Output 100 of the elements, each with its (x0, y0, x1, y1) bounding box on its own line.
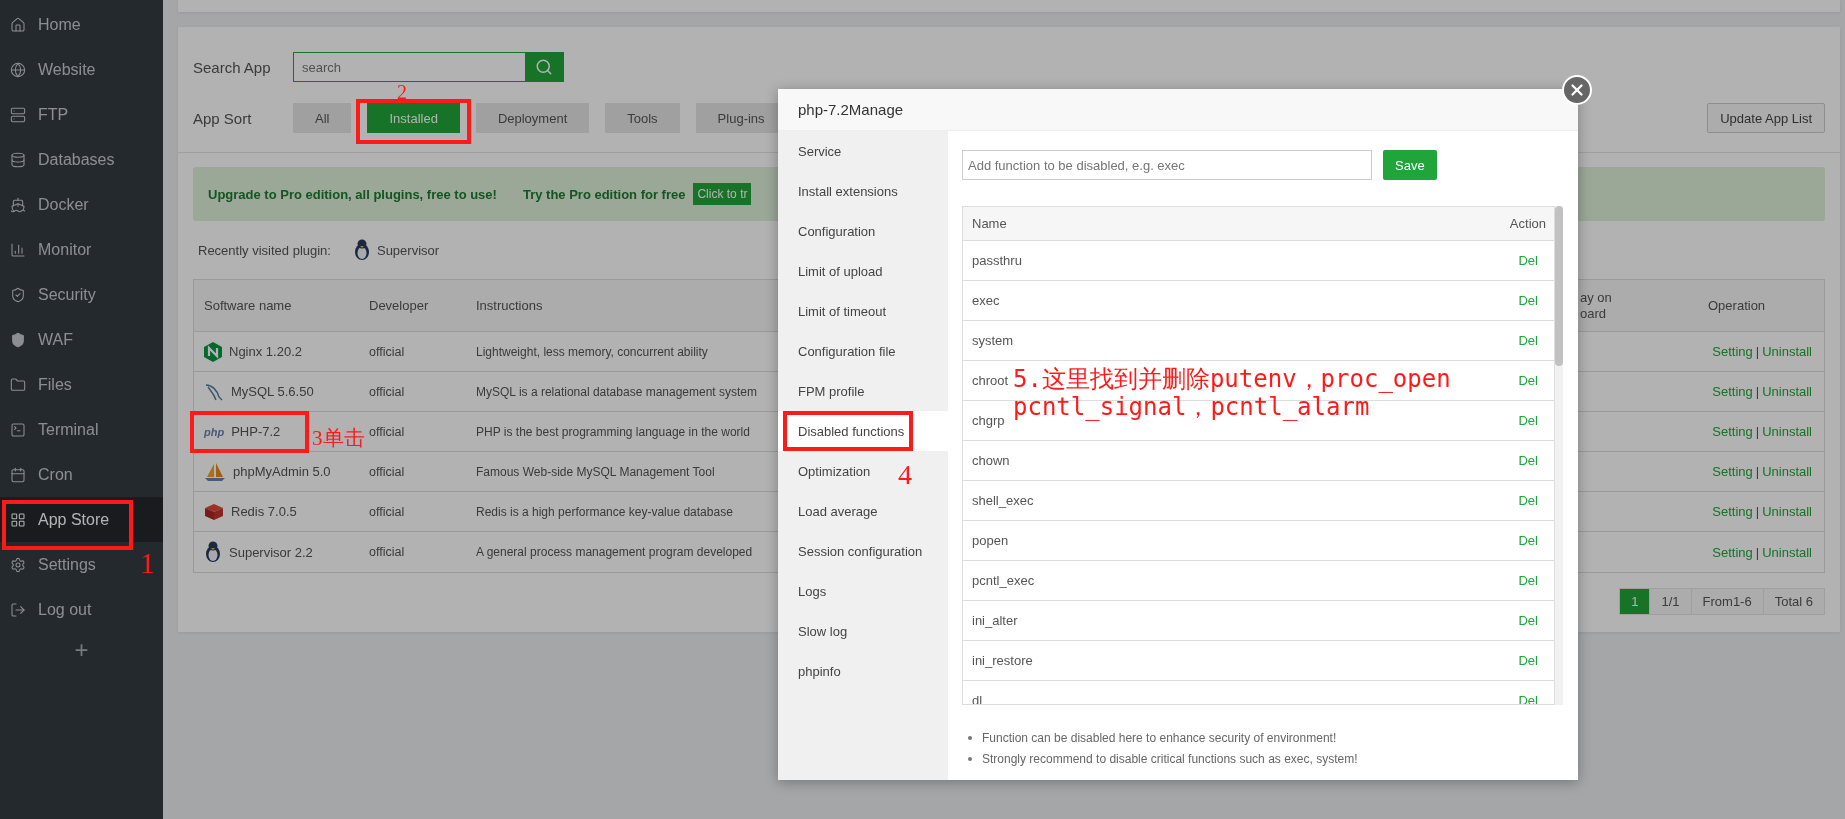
update-list-button[interactable]: Update App List (1707, 103, 1825, 133)
terminal-icon (10, 421, 26, 438)
uninstall-link[interactable]: Uninstall (1762, 544, 1812, 560)
nav-item[interactable]: Logs (778, 571, 837, 611)
nav-item[interactable]: Limit of timeout (778, 291, 897, 331)
sort-label: App Sort (193, 109, 253, 127)
link-separator: | (1755, 344, 1760, 359)
nav-item[interactable]: Session configuration (778, 531, 933, 571)
table-cell-text: Redis is a high performance key-value database (475, 504, 734, 519)
function-input[interactable]: Add function to be disabled, e.g. exec (962, 150, 1372, 180)
link-separator: | (1755, 384, 1760, 399)
uninstall-link[interactable]: Uninstall (1762, 424, 1812, 439)
delete-link[interactable]: Del (1518, 613, 1538, 628)
setting-link[interactable]: Setting (1712, 384, 1753, 399)
setting-link[interactable]: Setting (1712, 544, 1753, 560)
setting-link[interactable]: Setting (1712, 464, 1753, 479)
scrollbar[interactable] (1555, 206, 1563, 705)
delete-link[interactable]: Del (1518, 373, 1538, 388)
nav-item[interactable]: Service (778, 131, 852, 171)
setting-link[interactable]: Setting (1712, 504, 1753, 519)
table-cell-text: Famous Web-side MySQL Management Tool (475, 464, 716, 479)
sidebar-item[interactable]: Security (0, 272, 106, 317)
delete-link[interactable]: Del (1518, 533, 1538, 548)
cube-icon (204, 502, 224, 521)
setting-link[interactable]: Setting (1712, 424, 1753, 439)
uninstall-link[interactable]: Uninstall (1762, 384, 1812, 399)
sidebar-item[interactable]: Settings (0, 542, 106, 587)
software-name[interactable]: Nginx 1.20.2 (229, 344, 302, 359)
setting-link[interactable]: Setting (1712, 344, 1753, 359)
sidebar-item[interactable]: Monitor (0, 227, 102, 272)
software-name[interactable]: PHP-7.2 (231, 424, 281, 439)
table-cell-text: official (368, 424, 406, 439)
delete-link[interactable]: Del (1518, 293, 1538, 308)
table-cell-text: A general process management program developed (475, 545, 754, 559)
php-logo: php (204, 425, 225, 438)
nav-item[interactable]: Configuration (778, 211, 886, 251)
page-count: 1/1 (1649, 588, 1692, 615)
total-count: Total 6 (1762, 588, 1825, 615)
recent-plugin[interactable]: Supervisor (352, 239, 440, 261)
sidebar-item[interactable]: FTP (0, 92, 79, 137)
page-button[interactable]: 1 (1619, 588, 1651, 615)
software-name[interactable]: MySQL 5.6.50 (231, 384, 314, 399)
sidebar-item[interactable]: Files (0, 362, 82, 407)
column-header: Name (972, 216, 1007, 231)
function-name: passthru (972, 253, 1022, 268)
sort-tab[interactable]: Installed (367, 103, 460, 133)
uninstall-link[interactable]: Uninstall (1762, 464, 1812, 479)
dialog-title: php-7.2Manage (798, 101, 904, 118)
delete-link[interactable]: Del (1518, 413, 1538, 428)
scrollbar-thumb[interactable] (1555, 206, 1563, 366)
nav-item[interactable]: Slow log (778, 611, 858, 651)
nav-item[interactable]: Optimization (778, 451, 881, 491)
bullet-icon (968, 736, 972, 740)
sidebar-item[interactable]: Log out (0, 587, 102, 632)
sidebar-item[interactable]: Databases (0, 137, 125, 182)
column-header: Software name (203, 297, 293, 314)
software-name[interactable]: Supervisor 2.2 (229, 544, 313, 560)
table-cell-text: official (368, 344, 406, 359)
sidebar-item[interactable]: Website (0, 47, 106, 92)
nav-item[interactable]: Load average (778, 491, 888, 531)
software-name[interactable]: phpMyAdmin 5.0 (233, 464, 331, 479)
sidebar-item[interactable]: Cron (0, 452, 83, 497)
annotation-text: 2 (397, 82, 407, 102)
nav-item[interactable]: FPM profile (778, 371, 875, 411)
add-button[interactable]: + (68, 638, 95, 662)
uninstall-link[interactable]: Uninstall (1762, 504, 1812, 519)
sidebar-item[interactable]: WAF (0, 317, 83, 362)
uninstall-link[interactable]: Uninstall (1762, 344, 1812, 359)
nav-item[interactable]: Install extensions (778, 171, 908, 211)
column-header: Developer (368, 297, 430, 314)
software-name[interactable]: Redis 7.0.5 (231, 504, 297, 519)
sort-tab[interactable]: Deployment (475, 103, 590, 133)
sort-tab[interactable]: All (293, 103, 352, 133)
function-name: exec (972, 293, 1000, 308)
penguin-icon (352, 239, 371, 261)
search-bar[interactable]: search (293, 52, 564, 82)
delete-link[interactable]: Del (1518, 333, 1538, 348)
sidebar-item[interactable]: Terminal (0, 407, 109, 452)
chart-icon (10, 241, 26, 258)
recent-label: Recently visited plugin: (198, 242, 331, 258)
nav-item[interactable]: phpinfo (778, 651, 851, 691)
save-button[interactable]: Save (1383, 150, 1437, 180)
delete-link[interactable]: Del (1518, 453, 1538, 468)
sidebar-item[interactable]: Docker (0, 182, 99, 227)
sailboat-icon (204, 461, 226, 482)
table-cell-text: official (368, 504, 406, 519)
delete-link[interactable]: Del (1518, 653, 1538, 668)
delete-link[interactable]: Del (1518, 573, 1538, 588)
column-header: Operation (1707, 297, 1767, 314)
delete-link[interactable]: Del (1518, 493, 1538, 508)
sort-tab[interactable]: Tools (605, 103, 680, 133)
delete-link[interactable]: Del (1518, 253, 1538, 268)
sidebar-item[interactable]: Home (0, 2, 91, 47)
shield-icon (10, 286, 26, 303)
column-header: Action (1509, 216, 1546, 231)
table-cell-text: PHP is the best programming language in the world (475, 424, 751, 439)
search-button[interactable] (525, 53, 563, 81)
trial-button[interactable]: Click to tr (693, 183, 752, 205)
nav-item[interactable]: Configuration file (778, 331, 906, 371)
nav-item[interactable]: Limit of upload (778, 251, 893, 291)
